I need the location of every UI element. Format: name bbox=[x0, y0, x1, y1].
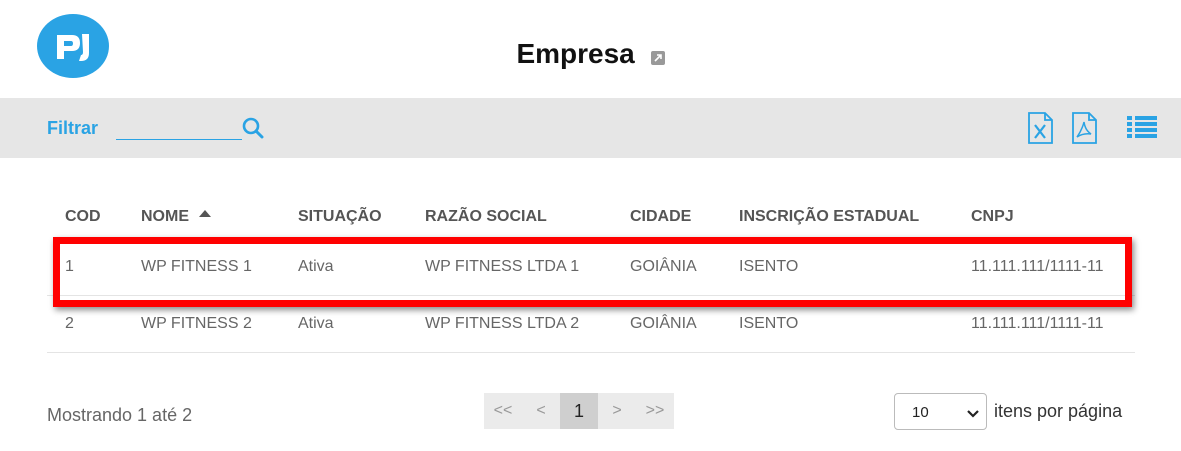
pagination: << < 1 > >> bbox=[484, 393, 674, 429]
column-header-label: CNPJ bbox=[971, 208, 1014, 225]
cell-cnpj: 11.111.111/1111-11 bbox=[971, 295, 1135, 353]
column-header-label: RAZÃO SOCIAL bbox=[425, 208, 547, 225]
table-row[interactable]: 2 WP FITNESS 2 Ativa WP FITNESS LTDA 2 G… bbox=[47, 295, 1135, 353]
filter-input[interactable] bbox=[116, 112, 242, 140]
column-header-label: CIDADE bbox=[630, 208, 692, 225]
column-header-label: SITUAÇÃO bbox=[298, 208, 382, 225]
cell-cnpj: 11.111.111/1111-11 bbox=[971, 239, 1135, 296]
column-header-cod[interactable]: COD bbox=[47, 195, 141, 239]
showing-count: Mostrando 1 até 2 bbox=[47, 405, 193, 425]
items-per-page-label: itens por página bbox=[994, 401, 1123, 421]
cell-cidade: GOIÂNIA bbox=[630, 295, 739, 353]
cell-inscricao-estadual: ISENTO bbox=[739, 295, 971, 353]
cell-nome: WP FITNESS 1 bbox=[141, 239, 298, 296]
cell-cidade: GOIÂNIA bbox=[630, 239, 739, 296]
column-header-label: NOME bbox=[141, 208, 189, 225]
external-link-icon[interactable] bbox=[650, 40, 665, 72]
cell-cod: 1 bbox=[47, 239, 141, 296]
search-icon[interactable] bbox=[240, 115, 266, 146]
filter-label: Filtrar bbox=[47, 118, 99, 138]
last-page-button[interactable]: >> bbox=[636, 393, 674, 429]
column-header-nome[interactable]: NOME bbox=[141, 195, 298, 239]
column-header-label: COD bbox=[65, 208, 101, 225]
company-table: COD NOME SITUAÇÃO RAZÃO SOCIAL CIDADE IN… bbox=[47, 195, 1135, 353]
cell-cod: 2 bbox=[47, 295, 141, 353]
cell-razao-social: WP FITNESS LTDA 1 bbox=[425, 239, 630, 296]
cell-inscricao-estadual: ISENTO bbox=[739, 239, 971, 296]
chevron-down-icon bbox=[967, 406, 979, 424]
column-header-razao-social[interactable]: RAZÃO SOCIAL bbox=[425, 195, 630, 239]
current-page-button[interactable]: 1 bbox=[560, 393, 598, 429]
previous-page-button[interactable]: < bbox=[522, 393, 560, 429]
cell-situacao: Ativa bbox=[298, 239, 425, 296]
table-row[interactable]: 1 WP FITNESS 1 Ativa WP FITNESS LTDA 1 G… bbox=[47, 239, 1135, 296]
page-title-text: Empresa bbox=[516, 38, 635, 69]
column-header-cnpj[interactable]: CNPJ bbox=[971, 195, 1135, 239]
column-header-inscricao-estadual[interactable]: INSCRIÇÃO ESTADUAL bbox=[739, 195, 971, 239]
cell-situacao: Ativa bbox=[298, 295, 425, 353]
column-header-cidade[interactable]: CIDADE bbox=[630, 195, 739, 239]
items-per-page-select[interactable]: 10 bbox=[894, 393, 987, 430]
next-page-button[interactable]: > bbox=[598, 393, 636, 429]
pdf-icon[interactable] bbox=[1071, 112, 1098, 149]
excel-icon[interactable] bbox=[1027, 112, 1054, 149]
cell-razao-social: WP FITNESS LTDA 2 bbox=[425, 295, 630, 353]
column-header-situacao[interactable]: SITUAÇÃO bbox=[298, 195, 425, 239]
first-page-button[interactable]: << bbox=[484, 393, 522, 429]
table-header-row: COD NOME SITUAÇÃO RAZÃO SOCIAL CIDADE IN… bbox=[47, 195, 1135, 239]
column-header-label: INSCRIÇÃO ESTADUAL bbox=[739, 208, 920, 225]
items-per-page-value: 10 bbox=[912, 404, 929, 421]
cell-nome: WP FITNESS 2 bbox=[141, 295, 298, 353]
sort-ascending-icon bbox=[199, 210, 211, 217]
list-icon[interactable] bbox=[1127, 115, 1157, 144]
page-title: Empresa bbox=[0, 38, 1181, 72]
filter-toolbar: Filtrar bbox=[0, 98, 1181, 158]
